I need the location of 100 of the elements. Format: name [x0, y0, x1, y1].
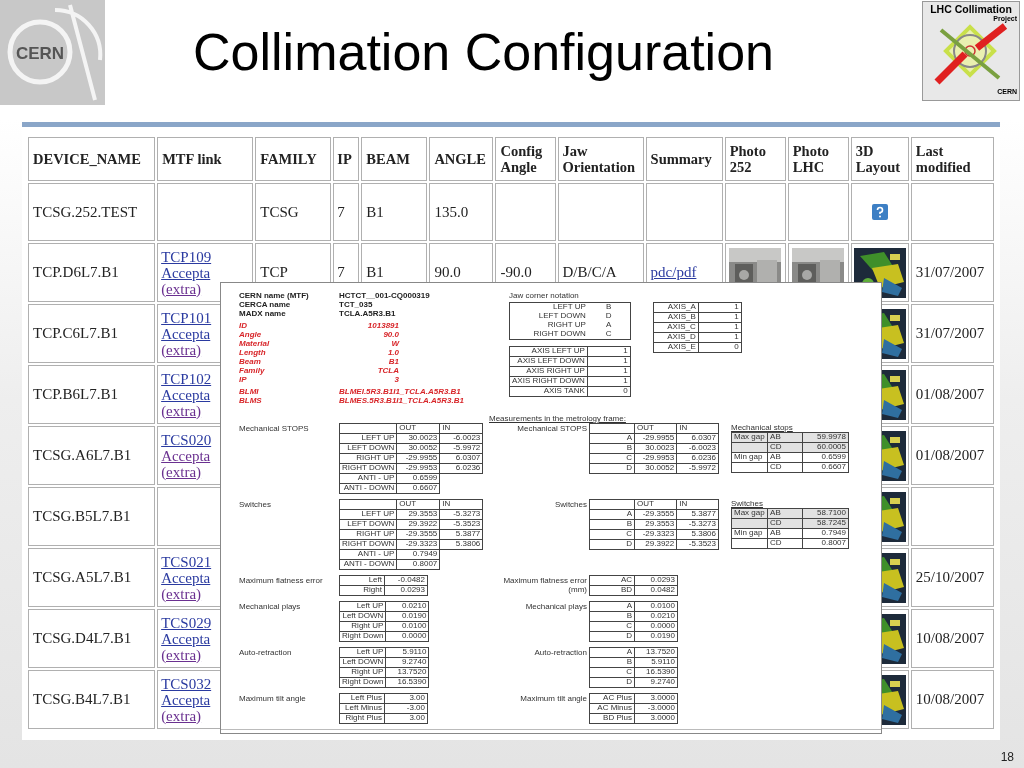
table-cell: 0.0210 [385, 601, 429, 612]
table-cell: 3.0000 [634, 693, 678, 704]
table-cell: 7 [333, 183, 360, 241]
table-cell: AXIS_D [653, 332, 699, 343]
table-cell: A [589, 647, 635, 658]
table-cell: Left DOWN [339, 611, 386, 622]
table-cell: A [587, 321, 631, 330]
table-cell: Right Down [339, 631, 386, 642]
field-value: 1013891 [366, 321, 399, 330]
table-cell: 0.0000 [634, 621, 678, 632]
mtf-link[interactable]: TCS020 [161, 431, 212, 448]
table-cell: LEFT UP [339, 509, 397, 520]
table-cell: 6.0307 [676, 433, 719, 444]
table-cell: Left UP [339, 601, 386, 612]
mtf-link[interactable]: TCS032 [161, 675, 212, 692]
table-cell: OUT [396, 423, 440, 434]
table-cell: -5.3523 [439, 519, 483, 530]
field-value: TCT_035 [339, 300, 374, 309]
table-cell: 31/07/2007 [910, 243, 994, 302]
table-cell: CD [767, 538, 803, 549]
mtf-link[interactable]: (extra) [161, 463, 202, 480]
table-cell: D [587, 312, 631, 321]
table-cell: 0.6599 [396, 473, 440, 484]
mtf-link[interactable]: Accepta [161, 447, 211, 464]
table-cell: LEFT DOWN [339, 443, 397, 454]
mtf-link[interactable]: Accepta [161, 691, 211, 708]
slide-number: 18 [1000, 750, 1014, 764]
mtf-link[interactable]: TCP101 [161, 309, 212, 326]
table-cell: CD [767, 442, 803, 453]
table-cell: 0.0190 [634, 631, 678, 642]
mtf-link[interactable]: (extra) [161, 402, 202, 419]
mtf-link[interactable]: (extra) [161, 707, 202, 724]
field-label: CERCA name [239, 300, 292, 309]
table-cell: Right UP [339, 667, 386, 678]
table-cell: 5.9110 [385, 647, 429, 658]
table-cell: LEFT DOWN [509, 312, 588, 321]
mtf-link[interactable]: (extra) [161, 280, 202, 297]
table-cell: 1 [698, 322, 742, 333]
table-cell: D [589, 677, 635, 688]
table-cell: Left Minus [339, 703, 385, 714]
table-cell: Right UP [339, 621, 386, 632]
column-header: Photo 252 [724, 137, 786, 181]
table-cell: TCSG.252.TEST [28, 183, 156, 241]
table-cell: -5.9972 [676, 463, 719, 474]
mtf-link[interactable]: (extra) [161, 646, 202, 663]
table-cell: LEFT UP [509, 302, 588, 312]
table-cell: 13.7520 [385, 667, 429, 678]
table-cell: AXIS_A [653, 302, 699, 313]
mtf-link[interactable]: TCP109 [161, 248, 212, 265]
field-label: Family [239, 366, 266, 375]
table-cell: AB [767, 528, 803, 539]
mtf-link[interactable]: Accepta [161, 569, 211, 586]
table-cell: B [589, 657, 635, 668]
table-cell: 0 [698, 342, 742, 353]
table-cell: AXIS LEFT UP [509, 346, 588, 357]
mtf-link[interactable]: (extra) [161, 341, 202, 358]
mtf-link[interactable]: TCS029 [161, 614, 212, 631]
table-cell: OUT [396, 499, 440, 510]
table-cell: 01/08/2007 [910, 365, 994, 424]
table-cell: Left UP [339, 647, 386, 658]
field-value: TCLA [376, 366, 399, 375]
section-label: Maximum flatness error [239, 576, 323, 585]
table-cell: 30.0052 [634, 463, 677, 474]
mtf-link[interactable]: (extra) [161, 585, 202, 602]
section-label: Auto-retraction [239, 648, 292, 657]
table-cell: TCP.D6L7.B1 [28, 243, 156, 302]
field-label: Material [239, 339, 271, 348]
section-label: Mechanical stops [731, 423, 793, 432]
logo-text: CERN [15, 44, 65, 63]
table-cell: C [589, 529, 635, 540]
table-cell: -29.3555 [396, 529, 440, 540]
column-header: ANGLE [429, 137, 494, 181]
field-value: TCLA.A5R3.B1 [339, 309, 397, 318]
summary-link[interactable]: pdc/pdf [650, 264, 697, 280]
mtf-link[interactable]: Accepta [161, 264, 211, 281]
column-header: IP [333, 137, 360, 181]
table-cell: D [589, 631, 635, 642]
table-cell: 60.0005 [802, 442, 849, 453]
mtf-link[interactable]: Accepta [161, 325, 211, 342]
table-cell: 0.0190 [385, 611, 429, 622]
table-cell: AXIS RIGHT UP [509, 366, 588, 377]
table-cell: AXIS_B [653, 312, 699, 323]
table-cell: C [589, 453, 635, 464]
help-icon[interactable] [871, 204, 888, 220]
mtf-link[interactable]: Accepta [161, 630, 211, 647]
table-cell: 1 [587, 376, 631, 387]
table-cell: -5.3523 [676, 539, 719, 550]
table-cell: 01/08/2007 [910, 426, 994, 485]
section-label: Mechanical plays [239, 602, 301, 611]
table-cell: -29.9955 [634, 433, 677, 444]
section-label: Mechanical plays [525, 602, 587, 611]
section-heading: Measurements in the metrology frame: [489, 414, 626, 423]
section-label: Maximum tilt angle [239, 694, 306, 703]
table-cell: ANTI - UP [339, 549, 397, 560]
table-cell: LEFT UP [339, 433, 397, 444]
table-cell: -29.3555 [634, 509, 677, 520]
mtf-link[interactable]: TCS021 [161, 553, 212, 570]
table-cell: 1 [698, 302, 742, 313]
mtf-link[interactable]: TCP102 [161, 370, 212, 387]
mtf-link[interactable]: Accepta [161, 386, 211, 403]
